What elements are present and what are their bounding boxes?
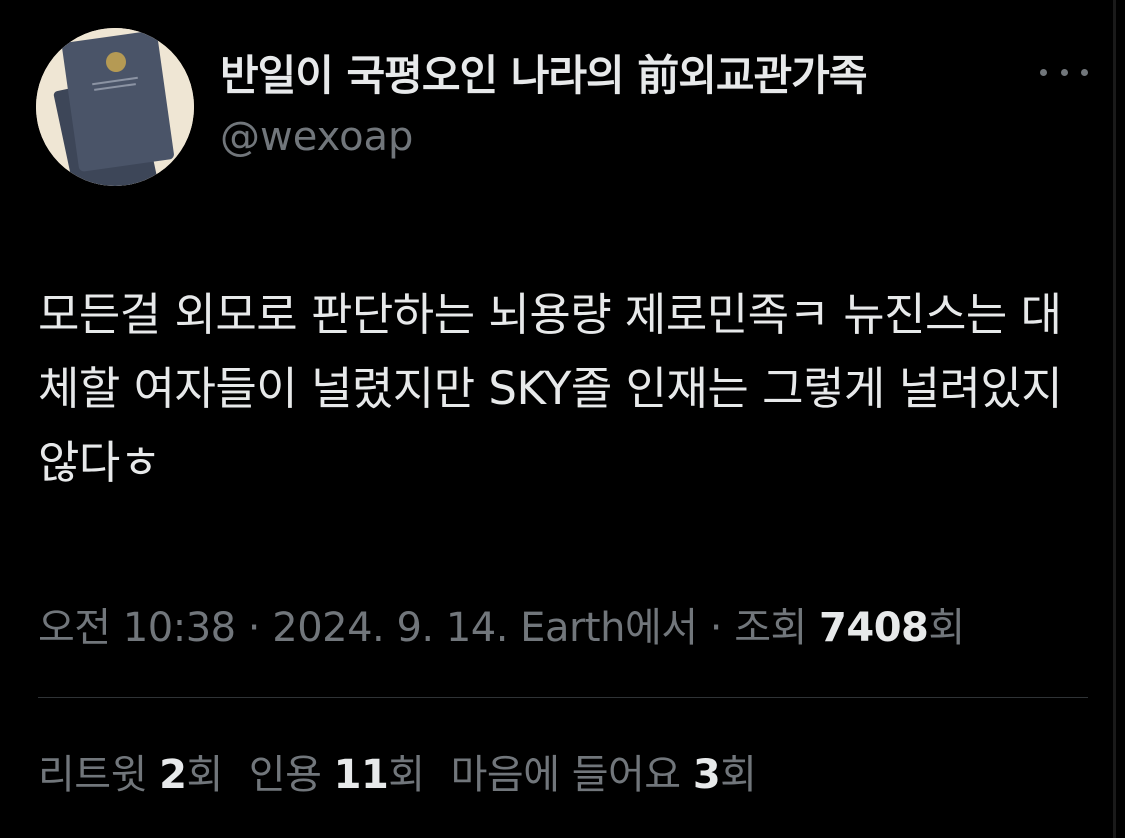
quotes-stat[interactable]: 인용 11회	[249, 752, 425, 798]
likes-stat[interactable]: 마음에 들어요 3회	[451, 752, 757, 798]
retweets-count: 2	[159, 752, 187, 798]
author-handle[interactable]: @wexoap	[220, 114, 413, 160]
likes-suffix: 회	[720, 752, 757, 798]
more-dot	[1081, 68, 1088, 76]
author-display-name[interactable]: 반일이 국평오인 나라의 前외교관가족	[220, 42, 867, 103]
tweet-source: Earth에서	[507, 605, 698, 651]
passport-avatar-icon	[36, 28, 194, 186]
retweets-suffix: 회	[186, 752, 223, 798]
meta-separator: ·	[235, 605, 273, 651]
views-count: 7408	[819, 605, 929, 651]
quotes-count: 11	[333, 752, 389, 798]
quotes-suffix: 회	[388, 752, 425, 798]
tweet-time[interactable]: 오전 10:38	[38, 605, 236, 651]
avatar[interactable]	[36, 28, 194, 186]
more-dots-icon[interactable]	[1040, 52, 1088, 92]
tweet-date[interactable]: 2024. 9. 14.	[272, 605, 508, 651]
engagement-stats: 리트윗 2회 인용 11회 마음에 들어요 3회	[38, 742, 782, 800]
meta-separator: ·	[697, 605, 735, 651]
likes-count: 3	[692, 752, 721, 798]
more-dot	[1060, 68, 1068, 76]
scrollbar[interactable]	[1113, 0, 1116, 838]
tweet-meta: 오전 10:38 · 2024. 9. 14. Earth에서 · 조회 740…	[38, 595, 965, 653]
more-dot	[1040, 68, 1047, 76]
quotes-label: 인용	[248, 752, 334, 798]
divider	[38, 697, 1088, 698]
retweets-label: 리트윗	[38, 752, 160, 798]
retweets-stat[interactable]: 리트윗 2회	[38, 752, 223, 798]
views-label: 조회	[734, 605, 820, 651]
tweet-text: 모든걸 외모로 판단하는 뇌용량 제로민족ㅋ 뉴진스는 대체할 여자들이 널렸지…	[38, 288, 1063, 489]
views-suffix: 회	[928, 605, 965, 651]
likes-label: 마음에 들어요	[450, 752, 693, 798]
